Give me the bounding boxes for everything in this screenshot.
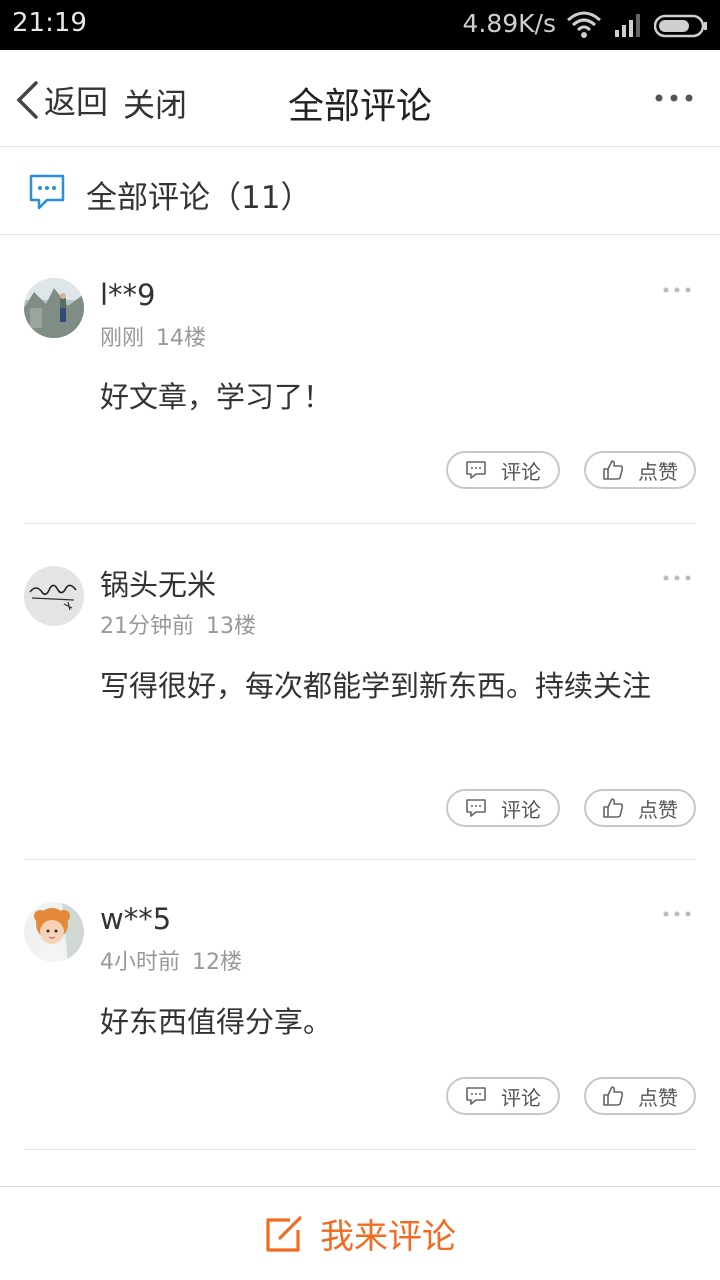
more-dots-icon bbox=[663, 911, 691, 917]
reply-icon bbox=[466, 1087, 486, 1105]
avatar[interactable] bbox=[24, 902, 84, 962]
reply-label: 评论 bbox=[501, 797, 541, 822]
like-button[interactable]: 点赞 bbox=[584, 789, 696, 827]
signal-icon bbox=[614, 12, 644, 38]
reply-label: 评论 bbox=[501, 459, 541, 484]
battery-icon bbox=[653, 14, 708, 38]
thumbs-up-icon bbox=[603, 798, 624, 818]
more-menu-button[interactable] bbox=[654, 86, 694, 110]
status-time: 21:19 bbox=[12, 8, 87, 38]
comment-floor: 13楼 bbox=[206, 614, 256, 639]
back-chevron-icon bbox=[16, 81, 38, 119]
comment-username[interactable]: l**9 bbox=[100, 278, 156, 312]
comment-item: 锅头无米 21分钟前 13楼 写得很好，每次都能学到新东西。持续关注 评论 点赞 bbox=[24, 524, 696, 860]
reply-icon bbox=[466, 799, 486, 817]
comment-more-button[interactable] bbox=[662, 282, 692, 296]
comment-meta: 4小时前 12楼 bbox=[100, 944, 242, 976]
status-bar: 21:19 4.89K/s bbox=[0, 0, 720, 50]
like-button[interactable]: 点赞 bbox=[584, 1077, 696, 1115]
comments-count-label: 全部评论（11） bbox=[86, 180, 312, 216]
more-dots-icon bbox=[663, 575, 691, 581]
comment-time: 21分钟前 bbox=[100, 614, 194, 639]
network-speed: 4.89K/s bbox=[462, 9, 556, 38]
close-button[interactable]: 关闭 bbox=[123, 80, 187, 126]
comment-item: w**5 4小时前 12楼 好东西值得分享。 评论 点赞 bbox=[24, 860, 696, 1150]
like-label: 点赞 bbox=[638, 459, 678, 484]
thumbs-up-icon bbox=[603, 460, 624, 480]
comment-time: 4小时前 bbox=[100, 950, 180, 975]
comment-text: 好文章，学习了！ bbox=[100, 380, 333, 414]
comments-header: 全部评论（11） bbox=[0, 148, 720, 235]
reply-button[interactable]: 评论 bbox=[446, 451, 560, 489]
edit-icon bbox=[266, 1215, 302, 1252]
write-comment-label: 我来评论 bbox=[320, 1217, 456, 1257]
like-label: 点赞 bbox=[638, 797, 678, 822]
comment-meta: 刚刚 14楼 bbox=[100, 320, 206, 352]
comment-floor: 14楼 bbox=[156, 326, 207, 351]
reply-button[interactable]: 评论 bbox=[446, 789, 560, 827]
comment-bubble-icon bbox=[27, 172, 67, 212]
comment-text: 写得很好，每次都能学到新东西。持续关注 bbox=[100, 669, 652, 703]
comment-username[interactable]: w**5 bbox=[100, 902, 171, 936]
back-label: 返回 bbox=[44, 83, 109, 121]
comment-item: l**9 刚刚 14楼 好文章，学习了！ 评论 点赞 bbox=[24, 236, 696, 524]
write-comment-button[interactable]: 我来评论 bbox=[0, 1186, 720, 1280]
like-label: 点赞 bbox=[638, 1085, 678, 1110]
avatar[interactable] bbox=[24, 278, 84, 338]
comment-meta: 21分钟前 13楼 bbox=[100, 608, 256, 640]
wifi-icon bbox=[566, 10, 602, 40]
reply-button[interactable]: 评论 bbox=[446, 1077, 560, 1115]
nav-bar: 返回 关闭 全部评论 bbox=[0, 50, 720, 147]
back-button[interactable]: 返回 bbox=[14, 78, 108, 122]
thumbs-up-icon bbox=[603, 1086, 624, 1106]
comment-text: 好东西值得分享。 bbox=[100, 1005, 333, 1039]
comment-floor: 12楼 bbox=[192, 950, 242, 975]
like-button[interactable]: 点赞 bbox=[584, 451, 696, 489]
comment-more-button[interactable] bbox=[662, 570, 692, 584]
avatar[interactable] bbox=[24, 566, 84, 626]
reply-label: 评论 bbox=[501, 1085, 541, 1110]
comment-time: 刚刚 bbox=[100, 326, 145, 351]
comment-username[interactable]: 锅头无米 bbox=[100, 562, 216, 604]
comment-more-button[interactable] bbox=[662, 906, 692, 920]
reply-icon bbox=[466, 461, 486, 479]
more-dots-icon bbox=[663, 287, 691, 293]
more-dots-icon bbox=[655, 94, 693, 102]
